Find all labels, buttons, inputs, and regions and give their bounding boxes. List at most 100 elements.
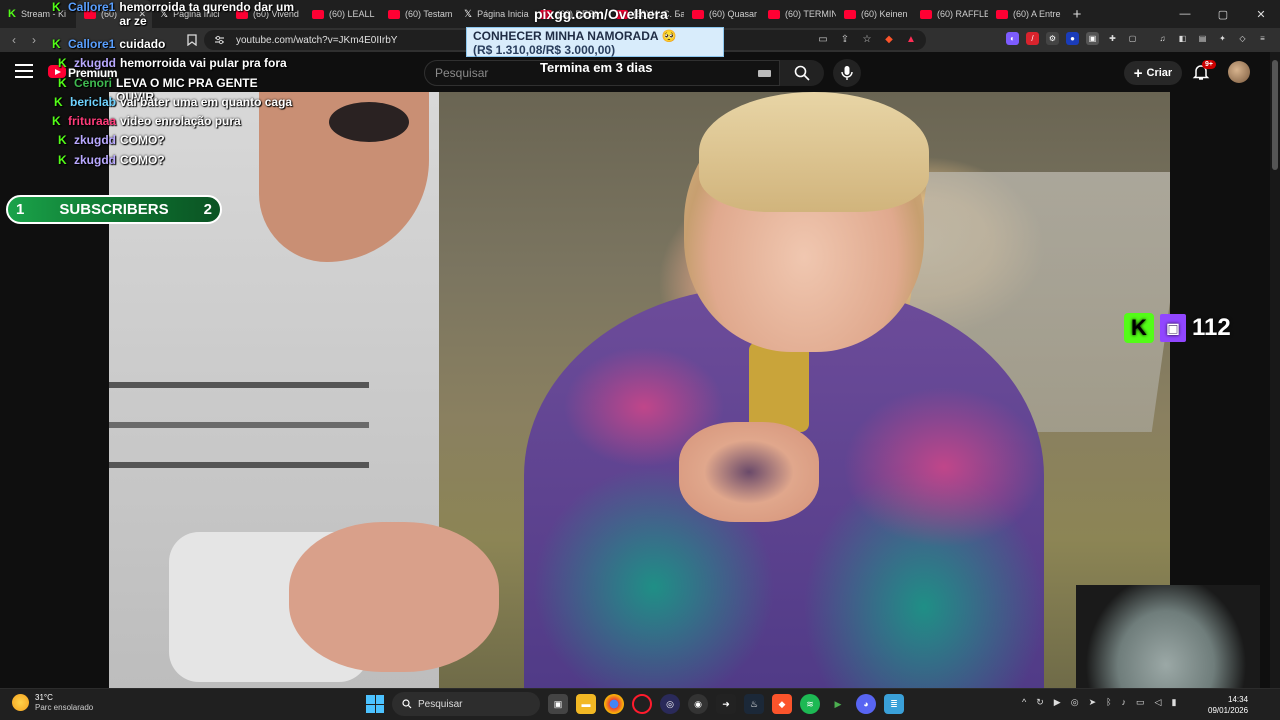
- brave-shield-icon[interactable]: ◆: [882, 32, 896, 46]
- search-icon: [794, 65, 810, 81]
- cast-icon[interactable]: ▭: [816, 32, 830, 46]
- youtube-icon: [312, 9, 324, 19]
- browser-tab[interactable]: (60) Quasar: [684, 0, 760, 28]
- weather-widget[interactable]: 31°C Parc ensolarado: [12, 693, 93, 712]
- file-explorer-icon[interactable]: ▬: [576, 694, 596, 714]
- menu-icon[interactable]: ≡: [1256, 32, 1269, 45]
- wallet-icon[interactable]: ▤: [1196, 32, 1209, 45]
- kick-icon: K: [8, 8, 16, 20]
- chat-username[interactable]: Callore1: [68, 37, 115, 51]
- screenshot-icon[interactable]: ▢: [1126, 32, 1139, 45]
- browser-tab[interactable]: (60) A Entre: [988, 0, 1064, 28]
- steam-icon[interactable]: ♨: [744, 694, 764, 714]
- app-icon-2[interactable]: ◉: [688, 694, 708, 714]
- microphone-icon: [841, 66, 853, 80]
- youtube-icon: [844, 9, 856, 19]
- extension-4-icon[interactable]: ●: [1066, 32, 1079, 45]
- app-icon-4[interactable]: ▶: [828, 694, 848, 714]
- tray-mic-icon[interactable]: ♪: [1122, 697, 1127, 708]
- chat-username[interactable]: bericlab: [70, 95, 116, 109]
- taskbar-clock[interactable]: 14:34 09/01/2026: [1208, 694, 1248, 716]
- youtube-icon: [768, 9, 780, 19]
- voice-search-button[interactable]: [833, 59, 861, 87]
- network-icon[interactable]: ▭: [1136, 697, 1145, 708]
- chevron-up-icon[interactable]: ^: [1022, 697, 1026, 708]
- extension-5-icon[interactable]: ▣: [1086, 32, 1099, 45]
- chat-username[interactable]: zkugdd: [74, 56, 116, 70]
- youtube-icon: [920, 9, 932, 19]
- music-icon[interactable]: ♫: [1156, 32, 1169, 45]
- browser-tab[interactable]: (60) Keinen: [836, 0, 912, 28]
- minimize-button[interactable]: —: [1166, 0, 1204, 28]
- system-tray: ^ ↻ ▶ ◎ ➤ ᛒ ♪ ▭ ◁ ▮: [1022, 697, 1176, 708]
- viewer-count: 112: [1192, 314, 1231, 341]
- tab-title: (60) RAFFLE: [937, 9, 988, 19]
- task-view-icon[interactable]: ▣: [548, 694, 568, 714]
- discord-icon[interactable]: ◕: [856, 694, 876, 714]
- extension-1-icon[interactable]: ◐: [1006, 32, 1019, 45]
- new-tab-button[interactable]: +: [1064, 6, 1090, 23]
- youtube-icon: [996, 9, 1008, 19]
- leo-ai-icon[interactable]: ✦: [1216, 32, 1229, 45]
- video-player[interactable]: [109, 92, 1170, 688]
- forward-icon[interactable]: ›: [24, 30, 44, 50]
- scrollbar-thumb[interactable]: [1272, 60, 1278, 170]
- sidebar-icon[interactable]: ◧: [1176, 32, 1189, 45]
- subscribers-goal-bar: 1 SUBSCRIBERS 2: [6, 195, 222, 224]
- taskbar-apps: Pesquisar ▣ ▬ ◎ ◉ ➜ ♨ ◆ ≋ ▶ ◕ ≣: [366, 692, 904, 716]
- opera-icon[interactable]: [632, 694, 652, 714]
- close-window-button[interactable]: ✕: [1242, 0, 1280, 28]
- chat-message: K Callore1 cuidado: [52, 37, 299, 51]
- chat-username[interactable]: Callore1: [68, 0, 115, 14]
- window-controls: — ▢ ✕: [1166, 0, 1280, 28]
- hamburger-menu-icon[interactable]: [15, 64, 33, 78]
- app-icon-3[interactable]: ➜: [716, 694, 736, 714]
- create-button[interactable]: + Criar: [1124, 61, 1182, 85]
- chat-username[interactable]: Cenori: [74, 76, 112, 90]
- chat-username[interactable]: zkugdd: [74, 133, 116, 147]
- maximize-button[interactable]: ▢: [1204, 0, 1242, 28]
- tab-title: (60) Keinen: [861, 9, 908, 19]
- search-button[interactable]: [780, 60, 824, 86]
- windows-start-icon[interactable]: [366, 695, 384, 713]
- browser-tab[interactable]: (60) TERMIN: [760, 0, 836, 28]
- star-icon[interactable]: ☆: [860, 32, 874, 46]
- tab-title: (60) Testam: [405, 9, 453, 19]
- notepad-icon[interactable]: ≣: [884, 694, 904, 714]
- taskbar-search[interactable]: Pesquisar: [392, 692, 540, 716]
- pix-url-overlay: pixgg.com/Ovelhera: [534, 6, 668, 22]
- chat-username[interactable]: frituraaa: [68, 114, 116, 128]
- chat-username[interactable]: zkugdd: [74, 153, 116, 167]
- brave-icon[interactable]: ◆: [772, 694, 792, 714]
- vpn-icon[interactable]: ◇: [1236, 32, 1249, 45]
- spotify-icon[interactable]: ≋: [800, 694, 820, 714]
- browser-tab[interactable]: (60) LEALL: [304, 0, 380, 28]
- kick-badge-icon: K: [58, 133, 67, 147]
- back-icon[interactable]: ‹: [4, 30, 24, 50]
- clock-date: 09/01/2026: [1208, 706, 1249, 715]
- tray-app-icon[interactable]: ↻: [1036, 697, 1044, 708]
- puzzle-icon[interactable]: ✚: [1106, 32, 1119, 45]
- tray-arrow-icon[interactable]: ➤: [1089, 697, 1097, 708]
- tray-play-icon[interactable]: ▶: [1054, 697, 1061, 708]
- browser-tab[interactable]: (60) RAFFLE: [912, 0, 988, 28]
- share-icon[interactable]: ⇪: [838, 32, 852, 46]
- chat-text: video enrolação pura: [120, 114, 241, 128]
- kick-badge-icon: K: [58, 56, 67, 70]
- app-icon-1[interactable]: ◎: [660, 694, 680, 714]
- browser-tab[interactable]: 𝕏 Página Inicia: [456, 0, 532, 28]
- keyboard-icon[interactable]: [758, 70, 771, 77]
- extension-3-icon[interactable]: ⚙: [1046, 32, 1059, 45]
- brave-rewards-icon[interactable]: ▲: [904, 32, 918, 46]
- avatar[interactable]: [1228, 61, 1250, 83]
- battery-icon[interactable]: ▮: [1171, 697, 1176, 708]
- kick-badge-icon: K: [54, 95, 63, 109]
- browser-tab[interactable]: (60) Testam: [380, 0, 456, 28]
- chrome-icon[interactable]: [604, 694, 624, 714]
- chat-message: Kzkugdd COMO?: [58, 133, 300, 147]
- volume-icon[interactable]: ◁: [1155, 697, 1162, 708]
- tray-settings-icon[interactable]: ◎: [1071, 697, 1079, 708]
- bluetooth-icon[interactable]: ᛒ: [1106, 697, 1111, 708]
- chat-text: COMO?: [120, 133, 165, 147]
- extension-2-icon[interactable]: /: [1026, 32, 1039, 45]
